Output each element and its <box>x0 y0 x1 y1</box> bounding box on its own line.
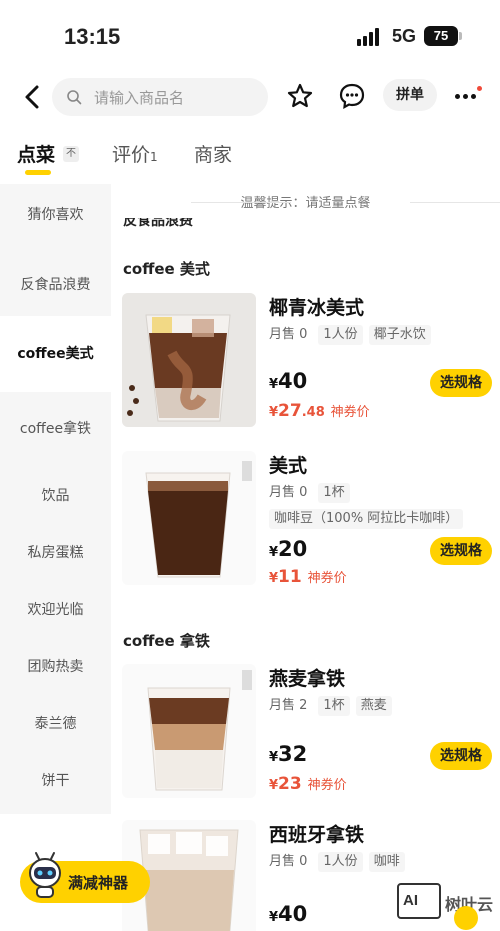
category-header-partial: 反食品浪费 <box>123 218 193 228</box>
product-tags: 月售 2 1杯 燕麦 <box>269 696 494 716</box>
coupon-symbol: ¥ <box>269 405 279 420</box>
tab-reviews-count: 1 <box>150 150 158 164</box>
price-symbol: ¥ <box>269 910 279 925</box>
watermark: AI 树叶云 <box>397 883 493 923</box>
product-tag: 咖啡 <box>368 852 405 872</box>
category-header: coffee 拿铁 <box>123 632 210 650</box>
product-card[interactable]: 美式 月售 0 1杯 咖啡豆（100% 阿拉比卡咖啡） ¥20 ¥11 神券价 … <box>122 451 492 589</box>
product-price: ¥40 <box>269 902 307 926</box>
product-list: 温馨提示：请适量点餐 反食品浪费 coffee 美式 椰青冰美式 月售 0 1人… <box>111 184 500 931</box>
price-value: 40 <box>278 369 308 393</box>
category-header: coffee 美式 <box>123 260 210 278</box>
product-tag: 1人份 <box>318 325 363 345</box>
notification-dot <box>477 86 482 91</box>
product-tag: 椰子水饮 <box>368 325 431 345</box>
coupon-price: ¥27.48 神券价 <box>269 401 370 421</box>
sidebar-item-guess[interactable]: 猜你喜欢 <box>0 184 111 246</box>
tab-reviews-label: 评价 <box>112 144 151 166</box>
coupon-label: 神券价 <box>307 778 347 793</box>
discount-helper-button[interactable]: 满减神器 <box>20 852 150 903</box>
product-card[interactable]: 椰青冰美式 月售 0 1人份 椰子水饮 ¥40 ¥27.48 神券价 选规格 <box>122 293 492 431</box>
select-spec-button[interactable]: 选规格 <box>430 537 492 565</box>
favorite-star-icon[interactable] <box>286 82 314 110</box>
product-name: 西班牙拿铁 <box>269 824 365 846</box>
product-tag: 1人份 <box>318 852 363 872</box>
price-symbol: ¥ <box>269 377 279 392</box>
monthly-sales: 月售 0 <box>269 327 308 342</box>
product-name: 美式 <box>269 455 308 477</box>
price-value: 20 <box>278 537 308 561</box>
sidebar-item-welcome[interactable]: 欢迎光临 <box>0 579 111 641</box>
search-input[interactable]: 请输入商品名 <box>52 78 268 116</box>
product-tag: 燕麦 <box>355 696 392 716</box>
message-icon[interactable] <box>338 82 366 110</box>
product-price: ¥20 <box>269 537 307 561</box>
monthly-sales: 月售 2 <box>269 698 308 713</box>
group-order-button[interactable]: 拼单 <box>383 79 437 111</box>
top-bar: 请输入商品名 拼单 <box>0 74 500 120</box>
coupon-int: 27 <box>278 401 302 421</box>
sidebar-item-coffee-americano[interactable]: coffee美式 <box>0 316 111 392</box>
price-value: 32 <box>278 742 308 766</box>
coupon-int: 23 <box>278 774 302 794</box>
coupon-dec: .48 <box>301 405 325 420</box>
product-price: ¥32 <box>269 742 307 766</box>
coupon-int: 11 <box>278 567 302 587</box>
discount-helper-label: 满减神器 <box>68 874 129 892</box>
network-type: 5G <box>392 26 417 46</box>
product-tags: 月售 0 1人份 咖啡 <box>269 852 494 872</box>
sidebar-item-cakes[interactable]: 私房蛋糕 <box>0 522 111 584</box>
coupon-price: ¥11 神券价 <box>269 567 347 587</box>
product-image <box>122 451 256 585</box>
product-name: 椰青冰美式 <box>269 297 365 319</box>
monthly-sales: 月售 0 <box>269 485 308 500</box>
tab-reviews[interactable]: 评价1 <box>112 140 158 167</box>
tab-active-indicator <box>25 170 51 175</box>
sidebar-item-tyrande[interactable]: 泰兰德 <box>0 693 111 755</box>
product-tag: 1杯 <box>318 696 350 716</box>
product-name: 燕麦拿铁 <box>269 668 346 690</box>
price-symbol: ¥ <box>269 545 279 560</box>
tab-merchant[interactable]: 商家 <box>194 140 232 167</box>
product-tag: 1杯 <box>318 483 350 503</box>
more-icon[interactable] <box>455 86 483 106</box>
coupon-symbol: ¥ <box>269 571 279 586</box>
cart-icon[interactable] <box>454 906 478 930</box>
coupon-label: 神券价 <box>330 405 370 420</box>
tip-banner: 温馨提示：请适量点餐 <box>111 192 500 212</box>
select-spec-button[interactable]: 选规格 <box>430 742 492 770</box>
select-spec-button[interactable]: 选规格 <box>430 369 492 397</box>
status-bar: 13:15 5G 75 <box>0 0 500 70</box>
signal-icon <box>357 28 383 46</box>
back-icon[interactable] <box>18 82 48 112</box>
price-value: 40 <box>278 902 308 926</box>
product-price: ¥40 <box>269 369 307 393</box>
watermark-logo: AI <box>397 883 441 919</box>
category-sidebar: 猜你喜欢 反食品浪费 coffee美式 coffee拿铁 饮品 私房蛋糕 欢迎光… <box>0 184 111 814</box>
battery-icon: 75 <box>424 26 462 46</box>
product-card[interactable]: 燕麦拿铁 月售 2 1杯 燕麦 ¥32 ¥23 神券价 选规格 <box>122 664 492 802</box>
search-placeholder: 请输入商品名 <box>94 89 185 107</box>
product-image <box>122 293 256 427</box>
clock: 13:15 <box>64 24 121 49</box>
coupon-symbol: ¥ <box>269 778 279 793</box>
sidebar-item-drinks[interactable]: 饮品 <box>0 465 111 527</box>
monthly-sales: 月售 0 <box>269 854 308 869</box>
sidebar-item-group-buy[interactable]: 团购热卖 <box>0 636 111 698</box>
product-tag: 咖啡豆（100% 阿拉比卡咖啡） <box>269 509 464 529</box>
coupon-price: ¥23 神券价 <box>269 774 347 794</box>
coupon-label: 神券价 <box>307 571 347 586</box>
sort-icon[interactable]: 不 <box>63 146 79 162</box>
tab-bar: 点菜 不 评价1 商家 <box>0 136 500 182</box>
sidebar-item-anti-waste[interactable]: 反食品浪费 <box>0 254 111 316</box>
search-icon <box>67 90 82 105</box>
tab-order[interactable]: 点菜 <box>17 140 55 167</box>
sidebar-item-coffee-latte[interactable]: coffee拿铁 <box>0 398 111 460</box>
sidebar-item-biscuits[interactable]: 饼干 <box>0 750 111 812</box>
product-image <box>122 664 256 798</box>
product-tags: 月售 0 1杯 咖啡豆（100% 阿拉比卡咖啡） <box>269 483 494 529</box>
product-tags: 月售 0 1人份 椰子水饮 <box>269 325 494 345</box>
robot-icon <box>29 852 61 898</box>
price-symbol: ¥ <box>269 750 279 765</box>
